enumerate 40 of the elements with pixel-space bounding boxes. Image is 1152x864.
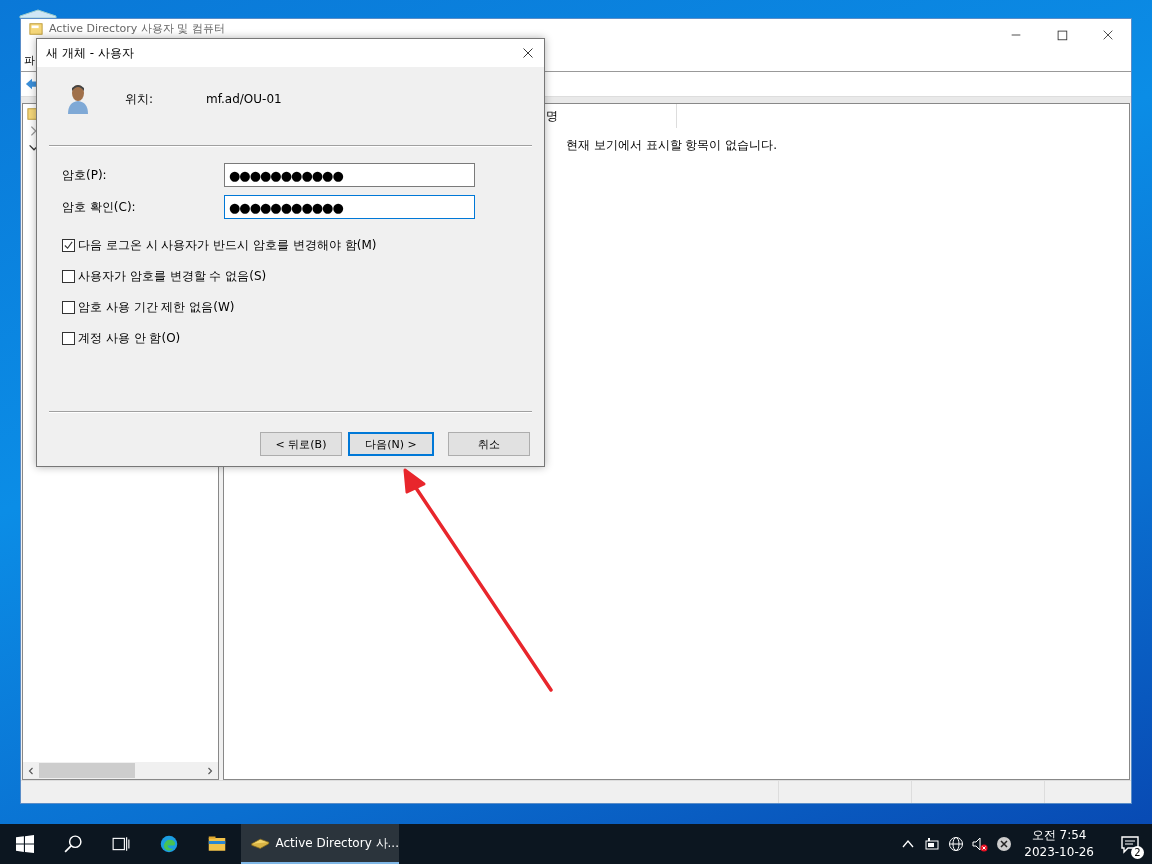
checkbox[interactable] — [62, 270, 75, 283]
file-explorer-icon[interactable] — [208, 835, 226, 853]
battery-icon[interactable] — [924, 836, 941, 852]
password-field[interactable]: ●●●●●●●●●●● — [224, 163, 475, 187]
windows-logo-icon[interactable] — [16, 835, 34, 853]
location-value: mf.ad/OU-01 — [206, 92, 282, 106]
checkbox-label[interactable]: 사용자가 암호를 변경할 수 없음(S) — [78, 268, 267, 285]
x-circle-icon[interactable] — [996, 836, 1013, 852]
taskbar-app-button[interactable]: Active Directory 사... — [241, 824, 399, 864]
password-field[interactable]: ●●●●●●●●●●● — [224, 195, 475, 219]
menu-item[interactable]: 파 — [24, 52, 35, 68]
location-label: 위치: — [125, 90, 155, 108]
dialog-button[interactable]: 다음(N) > — [348, 432, 434, 456]
clock-time[interactable]: 오전 7:54 — [1031, 827, 1087, 844]
folder-icon — [29, 22, 43, 36]
close-icon[interactable] — [522, 47, 534, 59]
horizontal-scrollbar[interactable] — [23, 762, 218, 779]
checkbox-label[interactable]: 다음 로그온 시 사용자가 반드시 암호를 변경해야 함(M) — [78, 237, 377, 254]
checkbox-label[interactable]: 계정 사용 안 함(O) — [78, 330, 181, 347]
search-icon[interactable] — [64, 835, 82, 853]
column-header[interactable]: 명 — [546, 104, 677, 128]
dialog-title: 새 개체 - 사용자 — [46, 44, 134, 62]
user-icon — [66, 83, 90, 115]
window-title: Active Directory 사용자 및 컴퓨터 — [49, 22, 225, 36]
notification-badge: 2 — [1131, 846, 1144, 859]
dialog-button[interactable]: 취소 — [448, 432, 530, 456]
field-label: 암호 확인(C): — [62, 198, 137, 216]
clock-date[interactable]: 2023-10-26 — [1024, 844, 1094, 861]
task-view-icon[interactable] — [112, 835, 130, 853]
checkbox[interactable] — [62, 332, 75, 345]
edge-browser-icon[interactable] — [160, 835, 178, 853]
dialog-button[interactable]: < 뒤로(B) — [260, 432, 342, 456]
checkbox[interactable] — [62, 301, 75, 314]
empty-message: 현재 보기에서 표시할 항목이 없습니다. — [565, 137, 779, 154]
notification-icon[interactable] — [1120, 834, 1140, 854]
checkbox-label[interactable]: 암호 사용 기간 제한 없음(W) — [78, 299, 235, 316]
field-label: 암호(P): — [62, 166, 108, 184]
globe-icon[interactable] — [948, 836, 965, 852]
checkbox[interactable] — [62, 239, 75, 252]
speaker-muted-icon[interactable] — [972, 836, 989, 852]
